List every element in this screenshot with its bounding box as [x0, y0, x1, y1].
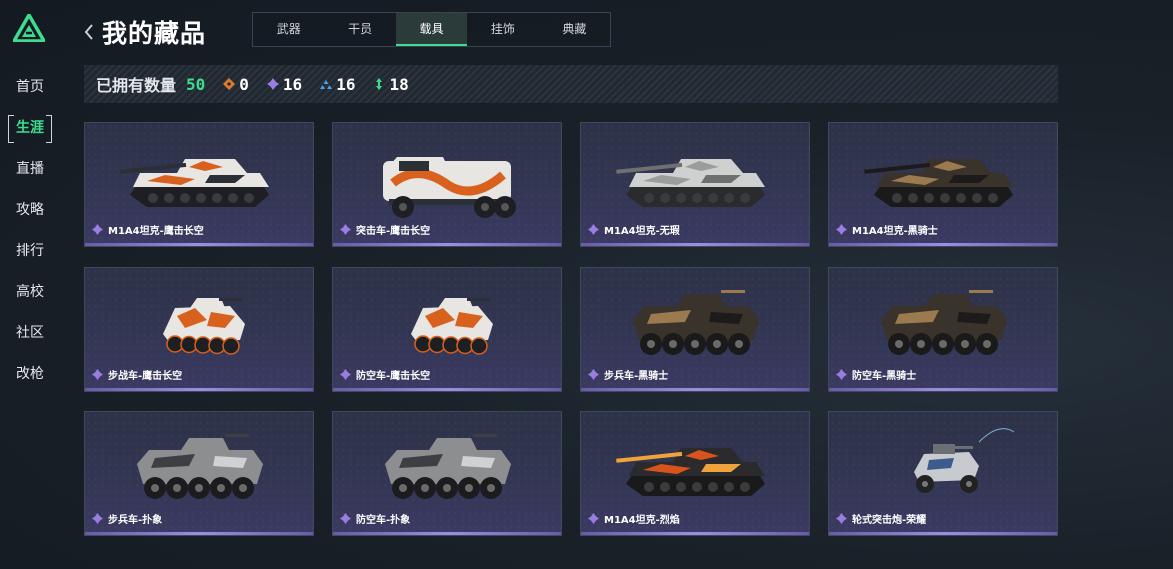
purple-diamond-icon	[836, 224, 847, 235]
vehicle-tank-image	[864, 159, 1013, 207]
collection-item-card[interactable]: 防空车-鹰击长空	[332, 267, 562, 392]
vehicle-apc-image	[881, 290, 1007, 355]
item-name: M1A4坦克-烈焰	[604, 515, 680, 526]
sidebar: 首页生涯直播攻略排行高校社区改枪	[0, 0, 60, 569]
vehicle-tank-image	[616, 159, 765, 207]
stat-purple-value: 16	[282, 74, 303, 94]
item-name: M1A4坦克-鹰击长空	[108, 226, 204, 237]
collection-item-card[interactable]: 防空车-扑象	[332, 411, 562, 536]
item-label: M1A4坦克-黑骑士	[836, 222, 938, 237]
app-logo-icon[interactable]	[13, 14, 45, 42]
sidebar-item-campus[interactable]: 高校	[8, 279, 52, 305]
tab-vehicles[interactable]: 载具	[395, 13, 468, 46]
collection-item-card[interactable]: 步兵车-黑骑士	[580, 267, 810, 392]
owned-count-total: 50	[186, 74, 206, 94]
page-title: 我的藏品	[102, 19, 207, 48]
sidebar-item-gun-mod[interactable]: 改枪	[8, 361, 52, 387]
item-name: 步兵车-扑象	[108, 515, 163, 526]
item-label: 步兵车-黑骑士	[588, 367, 668, 382]
item-label: 防空车-鹰击长空	[340, 367, 430, 382]
item-label: 防空车-扑象	[340, 511, 410, 526]
item-name: 防空车-鹰击长空	[356, 371, 431, 382]
green-arrows-icon	[376, 78, 383, 90]
purple-diamond-icon	[340, 369, 351, 380]
tab-collection[interactable]: 典藏	[539, 13, 610, 46]
vehicle-buggy-image	[914, 428, 1015, 493]
purple-diamond-icon	[340, 224, 351, 235]
vehicle-ifv-small-image	[411, 298, 493, 355]
vehicle-truck-image	[383, 157, 516, 218]
sidebar-item-community[interactable]: 社区	[8, 320, 52, 346]
purple-diamond-icon	[92, 369, 103, 380]
tab-weapons[interactable]: 武器	[253, 13, 324, 46]
item-name: 轮式突击炮-荣耀	[852, 515, 927, 526]
purple-diamond-icon	[92, 224, 103, 235]
sidebar-item-live[interactable]: 直播	[8, 156, 52, 182]
vehicle-apc-image	[137, 434, 263, 499]
purple-diamond-icon	[588, 513, 599, 524]
item-label: 步兵车-扑象	[92, 511, 162, 526]
item-label: M1A4坦克-烈焰	[588, 511, 680, 526]
item-name: 防空车-黑骑士	[852, 371, 917, 382]
category-tabs: 武器 干员 载具 挂饰 典藏	[252, 12, 611, 47]
collection-item-card[interactable]: M1A4坦克-鹰击长空	[84, 122, 314, 247]
back-arrow-icon[interactable]	[82, 22, 96, 42]
purple-diamond-icon	[836, 369, 847, 380]
item-name: M1A4坦克-黑骑士	[852, 226, 938, 237]
item-name: 步战车-鹰击长空	[108, 371, 183, 382]
purple-diamond-icon	[340, 513, 351, 524]
collection-item-card[interactable]: 步兵车-扑象	[84, 411, 314, 536]
sidebar-item-guides[interactable]: 攻略	[8, 197, 52, 223]
item-label: 突击车-鹰击长空	[340, 222, 430, 237]
stat-orange-value: 0	[239, 74, 249, 94]
ownership-stats-bar: 已拥有数量 50 0 16 16 18	[84, 65, 1058, 103]
collection-item-card[interactable]: 防空车-黑骑士	[828, 267, 1058, 392]
stat-green-value: 18	[389, 74, 409, 94]
orange-diamond-icon	[223, 78, 236, 90]
vehicle-apc-image	[385, 434, 511, 499]
owned-count-label: 已拥有数量	[96, 76, 177, 95]
purple-diamond-icon	[588, 224, 599, 235]
vehicle-ifv-small-image	[163, 298, 245, 355]
item-name: 防空车-扑象	[356, 515, 411, 526]
item-name: 突击车-鹰击长空	[356, 226, 431, 237]
sidebar-item-rankings[interactable]: 排行	[8, 238, 52, 264]
vehicle-tank-image	[120, 159, 269, 207]
tab-operators[interactable]: 干员	[324, 13, 395, 46]
collection-item-card[interactable]: 步战车-鹰击长空	[84, 267, 314, 392]
item-label: 防空车-黑骑士	[836, 367, 916, 382]
vehicle-tank-image	[616, 448, 765, 496]
item-label: M1A4坦克-鹰击长空	[92, 222, 204, 237]
tab-charms[interactable]: 挂饰	[467, 13, 538, 46]
item-label: 轮式突击炮-荣耀	[836, 511, 926, 526]
blue-triangle-icon	[320, 80, 333, 89]
item-name: M1A4坦克-无瑕	[604, 226, 680, 237]
stat-purple: 16	[266, 74, 303, 94]
purple-diamond-icon	[266, 78, 279, 90]
collection-item-card[interactable]: 轮式突击炮-荣耀	[828, 411, 1058, 536]
item-name: 步兵车-黑骑士	[604, 371, 669, 382]
vehicle-apc-image	[633, 290, 759, 355]
collection-item-card[interactable]: M1A4坦克-黑骑士	[828, 122, 1058, 247]
stat-blue-value: 16	[336, 74, 356, 94]
stat-blue: 16	[320, 75, 355, 94]
item-label: 步战车-鹰击长空	[92, 367, 182, 382]
stat-green: 18	[373, 74, 409, 94]
purple-diamond-icon	[836, 513, 847, 524]
item-label: M1A4坦克-无瑕	[588, 222, 680, 237]
stat-orange: 0	[223, 75, 249, 94]
collection-item-card[interactable]: M1A4坦克-烈焰	[580, 411, 810, 536]
sidebar-item-home[interactable]: 首页	[8, 74, 52, 100]
sidebar-item-career[interactable]: 生涯	[8, 115, 52, 143]
purple-diamond-icon	[92, 513, 103, 524]
collection-item-card[interactable]: 突击车-鹰击长空	[332, 122, 562, 247]
collection-item-card[interactable]: M1A4坦克-无瑕	[580, 122, 810, 247]
purple-diamond-icon	[588, 369, 599, 380]
